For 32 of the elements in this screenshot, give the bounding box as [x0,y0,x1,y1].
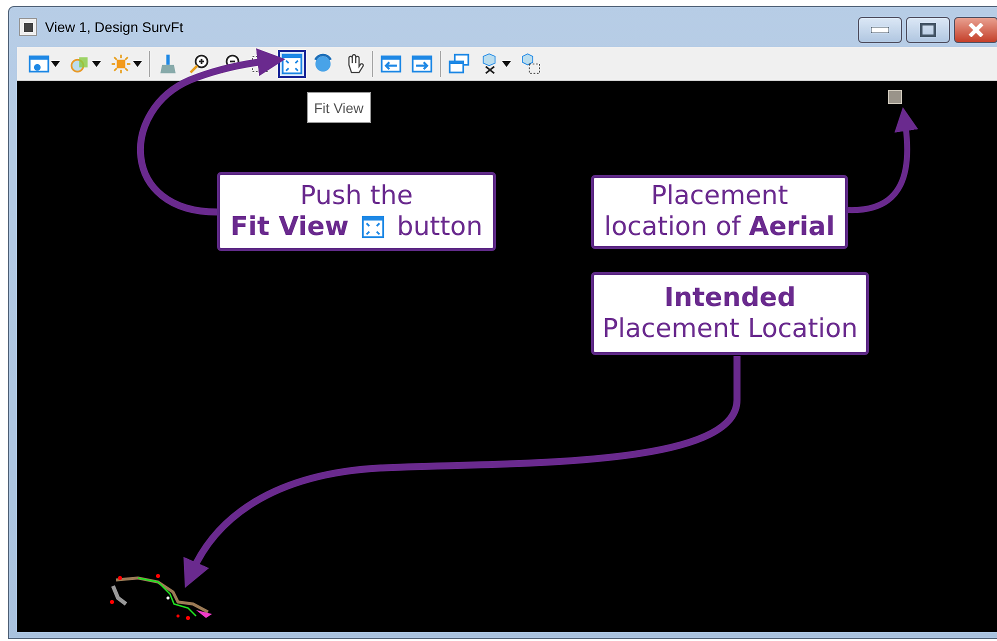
toolbar-button[interactable] [278,50,306,78]
copy-view-icon [448,52,470,74]
callout-text: button [396,212,483,242]
maximize-button[interactable] [906,17,950,43]
minimize-icon [871,27,889,33]
aerial-marker-icon [888,90,902,104]
dropdown-caret-icon [51,60,60,66]
window-icon [19,18,37,36]
next-view-icon [411,52,433,74]
clip-mask-icon [520,52,542,74]
view-attributes-icon [28,52,50,74]
dropdown-caret-icon [133,60,142,66]
zoom-in-icon [188,52,210,74]
callout-text: Intended [663,282,797,314]
close-button[interactable] [954,17,997,43]
lighting-icon [110,52,132,74]
callout-text: Fit View [230,212,349,242]
fit-view-icon [281,52,303,74]
previous-view-icon [380,52,402,74]
callout-text: location of Aerial [603,212,836,243]
callout-text: Placement Location [601,314,859,344]
minimize-button[interactable] [858,17,902,43]
close-icon [968,23,984,37]
maximize-icon [920,23,936,37]
dropdown-caret-icon [502,60,511,66]
callout-text: Placement [650,181,790,212]
fit-view-icon [360,215,385,239]
window-title: View 1, Design SurvFt [45,19,184,35]
tooltip: Fit View [307,92,371,123]
rotate-view-icon [312,52,334,74]
dropdown-caret-icon [92,60,101,66]
callout-text: Push the [299,180,414,212]
